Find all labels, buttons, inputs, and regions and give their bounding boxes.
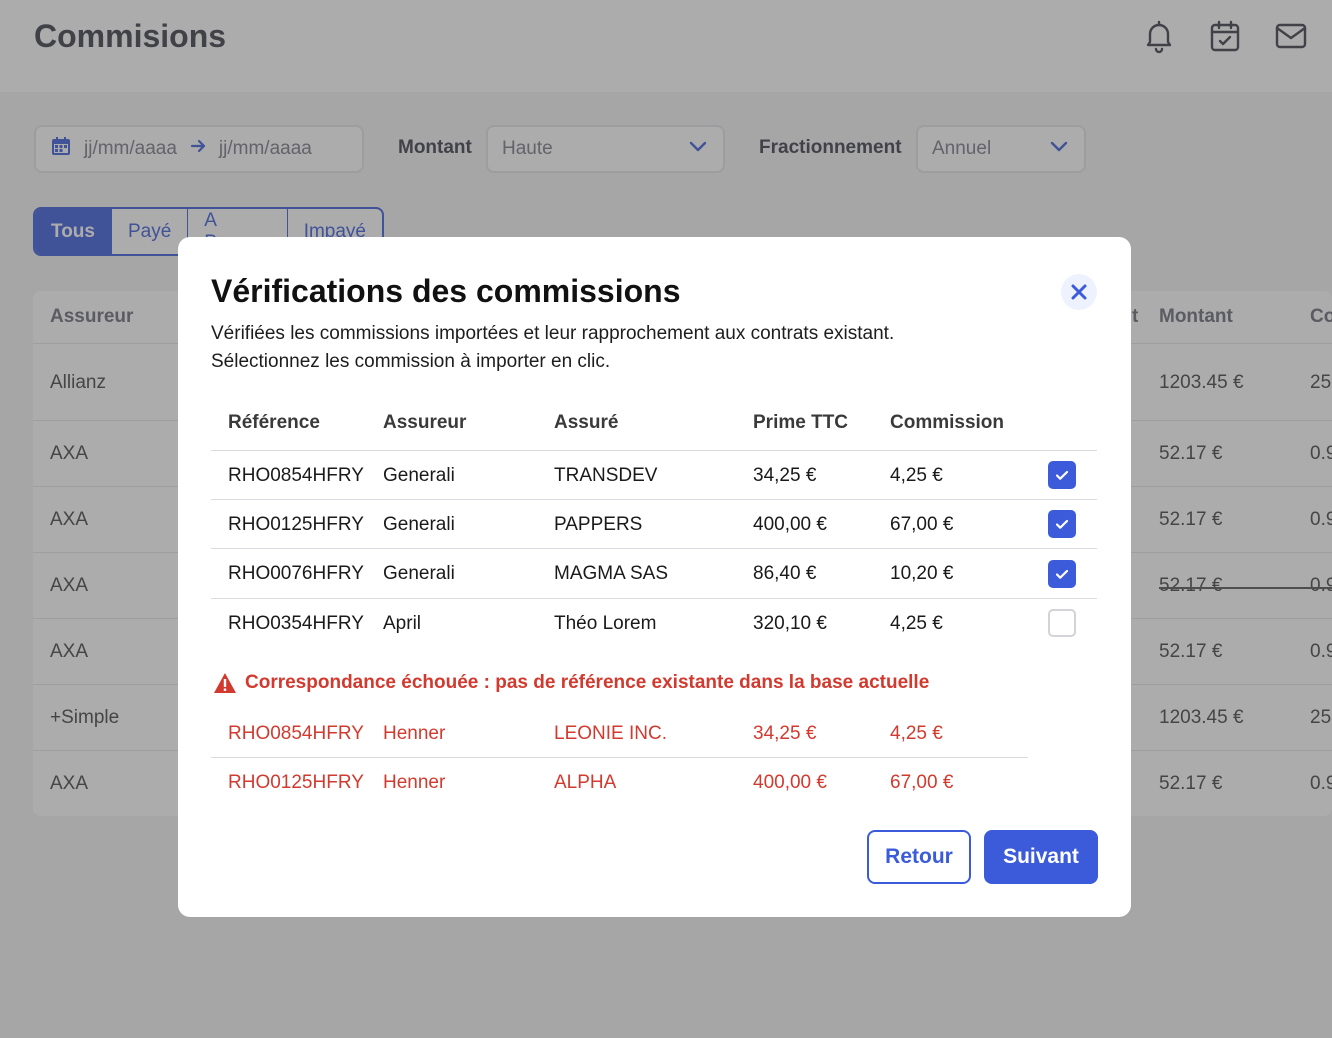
row-assureur: Generali: [383, 465, 455, 486]
close-icon: [1071, 284, 1087, 300]
header-divider: [211, 450, 1097, 451]
failed-row-prime: 400,00 €: [753, 772, 827, 793]
failed-row-assureur: Henner: [383, 723, 446, 744]
row-prime: 34,25 €: [753, 465, 817, 486]
row-assure: Théo Lorem: [554, 613, 657, 634]
row-divider: [211, 499, 1097, 500]
modal-description-line-1: Vérifiées les commissions importées et l…: [211, 323, 895, 344]
match-failed-warning: Correspondance échouée : pas de référenc…: [213, 672, 929, 694]
row-prime: 320,10 €: [753, 613, 827, 634]
row-reference: RHO0854HFRY: [228, 465, 364, 486]
close-button[interactable]: [1061, 274, 1097, 310]
failed-row-reference: RHO0125HFRY: [228, 772, 364, 793]
row-divider: [211, 548, 1097, 549]
row-assureur: April: [383, 613, 422, 634]
row-checkbox-checked[interactable]: [1048, 560, 1076, 588]
row-checkbox-unchecked[interactable]: [1048, 609, 1076, 637]
row-assureur: Generali: [383, 563, 455, 584]
failed-row-prime: 34,25 €: [753, 723, 817, 744]
row-assure: MAGMA SAS: [554, 563, 669, 584]
row-checkbox-checked[interactable]: [1048, 510, 1076, 538]
modal-description-line-2: Sélectionnez les commission à importer e…: [211, 351, 611, 372]
row-reference: RHO0076HFRY: [228, 563, 364, 584]
modal-title: Vérifications des commissions: [211, 273, 681, 309]
failed-row-commission: 67,00 €: [890, 772, 954, 793]
next-button[interactable]: Suivant: [984, 830, 1098, 884]
row-assure: PAPPERS: [554, 514, 643, 535]
column-header-assureur: Assureur: [383, 412, 467, 433]
column-header-prime-ttc: Prime TTC: [753, 412, 849, 433]
row-divider: [211, 757, 1028, 758]
failed-row-commission: 4,25 €: [890, 723, 943, 744]
back-button[interactable]: Retour: [867, 830, 971, 884]
check-icon: [1055, 569, 1069, 579]
column-header-assure: Assuré: [554, 412, 619, 433]
row-reference: RHO0125HFRY: [228, 514, 364, 535]
failed-row-assure: LEONIE INC.: [554, 723, 667, 744]
column-header-reference: Référence: [228, 412, 320, 433]
check-icon: [1055, 470, 1069, 480]
row-assure: TRANSDEV: [554, 465, 658, 486]
row-commission: 4,25 €: [890, 465, 943, 486]
row-reference: RHO0354HFRY: [228, 613, 364, 634]
row-prime: 86,40 €: [753, 563, 817, 584]
failed-row-assure: ALPHA: [554, 772, 617, 793]
check-icon: [1055, 519, 1069, 529]
row-commission: 4,25 €: [890, 613, 943, 634]
row-checkbox-checked[interactable]: [1048, 461, 1076, 489]
column-header-commission: Commission: [890, 412, 1005, 433]
warning-icon: [214, 673, 236, 693]
row-commission: 10,20 €: [890, 563, 954, 584]
row-prime: 400,00 €: [753, 514, 827, 535]
verification-modal: Vérifications des commissions Vérifiées …: [178, 237, 1131, 917]
failed-row-assureur: Henner: [383, 772, 446, 793]
failed-row-reference: RHO0854HFRY: [228, 723, 364, 744]
row-commission: 67,00 €: [890, 514, 954, 535]
row-divider: [211, 598, 1097, 599]
row-assureur: Generali: [383, 514, 455, 535]
warning-text: Correspondance échouée : pas de référenc…: [245, 672, 930, 693]
